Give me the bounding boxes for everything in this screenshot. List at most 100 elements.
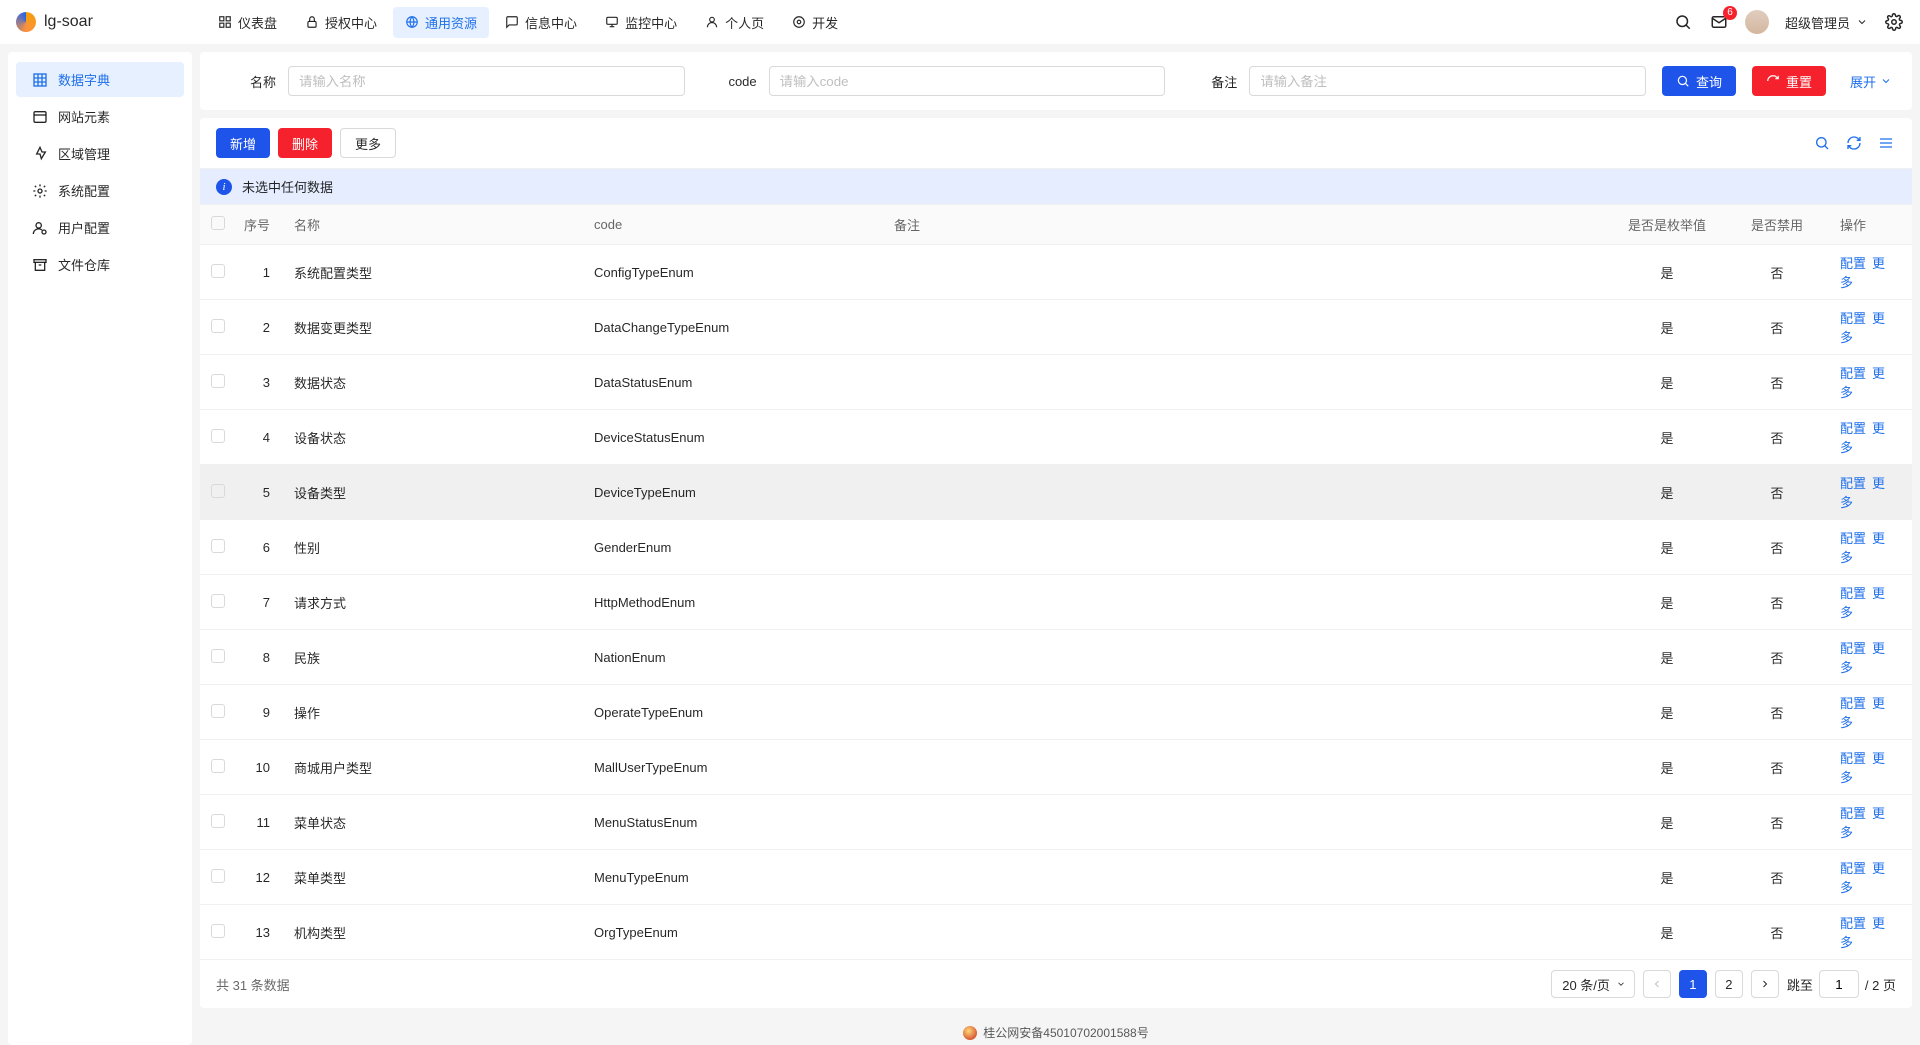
table-row[interactable]: 5 设备类型 DeviceTypeEnum 是 否 配置更多 — [200, 465, 1912, 520]
table-row[interactable]: 9 操作 OperateTypeEnum 是 否 配置更多 — [200, 685, 1912, 740]
row-checkbox[interactable] — [211, 319, 225, 333]
table-row[interactable]: 8 民族 NationEnum 是 否 配置更多 — [200, 630, 1912, 685]
sidebar-item-1[interactable]: 网站元素 — [16, 99, 184, 134]
query-button[interactable]: 查询 — [1662, 66, 1736, 96]
op-config[interactable]: 配置 — [1840, 421, 1866, 436]
cell-name: 商城用户类型 — [286, 740, 586, 795]
op-config[interactable]: 配置 — [1840, 751, 1866, 766]
sidebar-item-3[interactable]: 系统配置 — [16, 173, 184, 208]
table-row[interactable]: 12 菜单类型 MenuTypeEnum 是 否 配置更多 — [200, 850, 1912, 905]
op-config[interactable]: 配置 — [1840, 586, 1866, 601]
notification-badge: 6 — [1723, 6, 1737, 20]
op-config[interactable]: 配置 — [1840, 806, 1866, 821]
table-search-icon[interactable] — [1812, 133, 1832, 153]
op-config[interactable]: 配置 — [1840, 311, 1866, 326]
table-row[interactable]: 6 性别 GenderEnum 是 否 配置更多 — [200, 520, 1912, 575]
table-row[interactable]: 3 数据状态 DataStatusEnum 是 否 配置更多 — [200, 355, 1912, 410]
expand-toggle[interactable]: 展开 — [1850, 72, 1892, 91]
row-checkbox[interactable] — [211, 429, 225, 443]
row-checkbox[interactable] — [211, 704, 225, 718]
cell-remark — [886, 520, 1612, 575]
row-checkbox[interactable] — [211, 374, 225, 388]
table-row[interactable]: 10 商城用户类型 MallUserTypeEnum 是 否 配置更多 — [200, 740, 1912, 795]
cell-name: 设备类型 — [286, 465, 586, 520]
op-config[interactable]: 配置 — [1840, 641, 1866, 656]
row-checkbox[interactable] — [211, 484, 225, 498]
prev-page[interactable] — [1643, 970, 1671, 998]
row-checkbox[interactable] — [211, 539, 225, 553]
op-config[interactable]: 配置 — [1840, 696, 1866, 711]
sidebar-item-0[interactable]: 数据字典 — [16, 62, 184, 97]
sidebar-item-4[interactable]: 用户配置 — [16, 210, 184, 245]
refresh-icon[interactable] — [1844, 133, 1864, 153]
cell-ops: 配置更多 — [1832, 795, 1912, 850]
op-config[interactable]: 配置 — [1840, 256, 1866, 271]
user-avatar[interactable] — [1745, 10, 1769, 34]
menu-item-3[interactable]: 信息中心 — [493, 7, 589, 38]
dashboard-icon — [218, 15, 232, 29]
op-config[interactable]: 配置 — [1840, 916, 1866, 931]
table-row[interactable]: 4 设备状态 DeviceStatusEnum 是 否 配置更多 — [200, 410, 1912, 465]
table-row[interactable]: 1 系统配置类型 ConfigTypeEnum 是 否 配置更多 — [200, 245, 1912, 300]
page-2[interactable]: 2 — [1715, 970, 1743, 998]
menu-item-0[interactable]: 仪表盘 — [206, 7, 289, 38]
menu-item-1[interactable]: 授权中心 — [293, 7, 389, 38]
chevron-down-icon — [1880, 75, 1892, 87]
cell-is-enum: 是 — [1612, 740, 1722, 795]
op-config[interactable]: 配置 — [1840, 476, 1866, 491]
row-checkbox[interactable] — [211, 759, 225, 773]
columns-icon[interactable] — [1876, 133, 1896, 153]
app-name: lg-soar — [44, 13, 93, 31]
page-1[interactable]: 1 — [1679, 970, 1707, 998]
op-config[interactable]: 配置 — [1840, 531, 1866, 546]
row-checkbox[interactable] — [211, 594, 225, 608]
table-row[interactable]: 2 数据变更类型 DataChangeTypeEnum 是 否 配置更多 — [200, 300, 1912, 355]
settings-icon[interactable] — [1884, 12, 1904, 32]
search-icon[interactable] — [1673, 12, 1693, 32]
table-row[interactable]: 13 机构类型 OrgTypeEnum 是 否 配置更多 — [200, 905, 1912, 960]
sidebar-item-5[interactable]: 文件仓库 — [16, 247, 184, 282]
more-button[interactable]: 更多 — [340, 128, 396, 158]
globe-icon — [405, 15, 419, 29]
menu-item-5[interactable]: 个人页 — [693, 7, 776, 38]
page-size-select[interactable]: 20 条/页 — [1551, 970, 1635, 998]
jump-input[interactable] — [1819, 970, 1859, 998]
field-input[interactable] — [288, 66, 685, 96]
user-dropdown[interactable]: 超级管理员 — [1785, 13, 1868, 32]
row-checkbox[interactable] — [211, 869, 225, 883]
monitor-icon — [605, 15, 619, 29]
archive-icon — [32, 257, 48, 273]
cell-ops: 配置更多 — [1832, 905, 1912, 960]
app-logo[interactable]: lg-soar — [16, 12, 196, 32]
field-input[interactable] — [1249, 66, 1646, 96]
table-row[interactable]: 11 菜单状态 MenuStatusEnum 是 否 配置更多 — [200, 795, 1912, 850]
add-button[interactable]: 新增 — [216, 128, 270, 158]
sidebar-label: 网站元素 — [58, 107, 110, 126]
menu-item-2[interactable]: 通用资源 — [393, 7, 489, 38]
reset-button[interactable]: 重置 — [1752, 66, 1826, 96]
sidebar-label: 系统配置 — [58, 181, 110, 200]
table-toolbar: 新增 删除 更多 — [200, 118, 1912, 169]
notification-icon[interactable]: 6 — [1709, 12, 1729, 32]
row-checkbox[interactable] — [211, 264, 225, 278]
sidebar-item-2[interactable]: 区域管理 — [16, 136, 184, 171]
menu-item-6[interactable]: 开发 — [780, 7, 850, 38]
menu-item-4[interactable]: 监控中心 — [593, 7, 689, 38]
cell-ops: 配置更多 — [1832, 850, 1912, 905]
menu-label: 授权中心 — [325, 13, 377, 32]
op-config[interactable]: 配置 — [1840, 861, 1866, 876]
op-config[interactable]: 配置 — [1840, 366, 1866, 381]
select-all-checkbox[interactable] — [211, 216, 225, 230]
cell-index: 2 — [236, 300, 286, 355]
next-page[interactable] — [1751, 970, 1779, 998]
row-checkbox[interactable] — [211, 924, 225, 938]
table-row[interactable]: 7 请求方式 HttpMethodEnum 是 否 配置更多 — [200, 575, 1912, 630]
row-checkbox[interactable] — [211, 649, 225, 663]
row-checkbox[interactable] — [211, 814, 225, 828]
field-input[interactable] — [769, 66, 1166, 96]
cell-index: 5 — [236, 465, 286, 520]
info-icon: i — [216, 179, 232, 195]
top-menu: 仪表盘 授权中心通用资源信息中心监控中心个人页开发 — [206, 7, 850, 38]
column-header: 操作 — [1832, 205, 1912, 245]
delete-button[interactable]: 删除 — [278, 128, 332, 158]
